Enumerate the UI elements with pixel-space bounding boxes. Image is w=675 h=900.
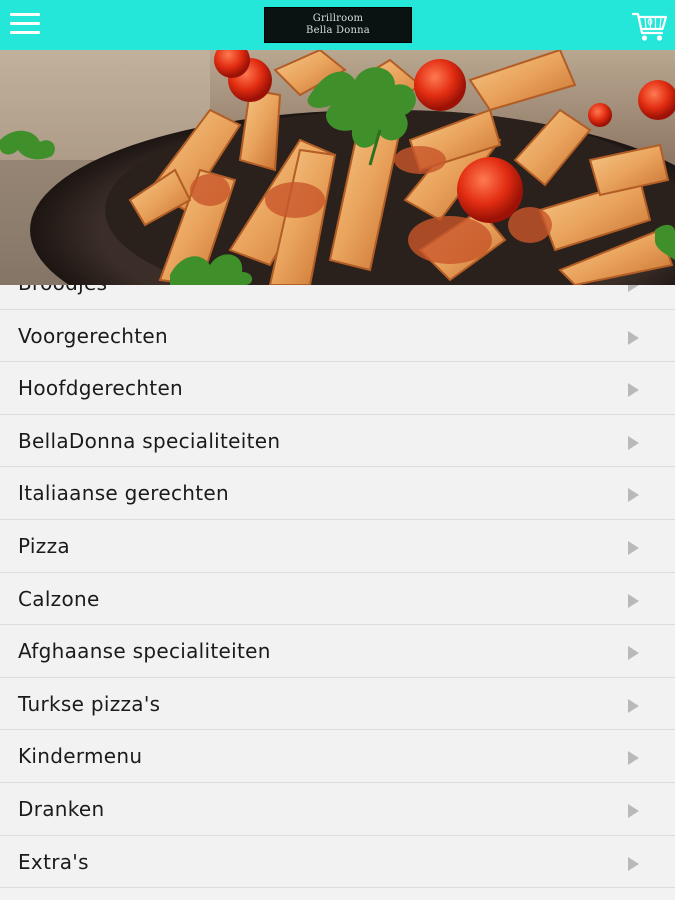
shopping-cart-icon[interactable]: 0 (631, 6, 669, 44)
category-item[interactable]: Voorgerechten (0, 309, 675, 363)
category-label: Kindermenu (18, 744, 143, 769)
category-item[interactable]: Afghaanse specialiteiten (0, 625, 675, 678)
category-label: Turkse pizza's (18, 691, 161, 716)
category-item[interactable]: Turkse pizza's (0, 677, 675, 731)
category-item[interactable]: Hoofdgerechten (0, 362, 675, 415)
category-label: Italiaanse gerechten (18, 481, 229, 506)
category-label: Voorgerechten (18, 323, 168, 348)
cart-count-badge: 0 (647, 18, 653, 28)
category-item[interactable]: Kindermenu (0, 730, 675, 783)
category-item[interactable]: Extra's (0, 835, 675, 889)
chevron-right-icon (628, 330, 639, 345)
chevron-right-icon (628, 803, 639, 818)
category-item[interactable]: BellaDonna specialiteiten (0, 414, 675, 468)
category-label: Dranken (18, 796, 105, 821)
category-label: Calzone (18, 586, 100, 611)
top-bar: Grillroom Bella Donna 0 (0, 0, 675, 50)
restaurant-logo: Grillroom Bella Donna (264, 7, 412, 43)
category-label: Pizza (18, 533, 70, 558)
chevron-right-icon (628, 593, 639, 608)
chevron-right-icon (628, 435, 639, 450)
chevron-right-icon (628, 383, 639, 398)
logo-line-1: Grillroom (312, 13, 364, 24)
chevron-right-icon (628, 751, 639, 766)
category-label: Afghaanse specialiteiten (18, 639, 271, 664)
chevron-right-icon (628, 646, 639, 661)
category-label: Extra's (18, 849, 89, 874)
chevron-right-icon (628, 488, 639, 503)
chevron-right-icon (628, 856, 639, 871)
hero-pasta-image (0, 50, 675, 285)
chevron-right-icon (628, 698, 639, 713)
category-item[interactable]: Pizza (0, 519, 675, 573)
app-screen: Grillroom Bella Donna 0 Voorgerechten Ho… (0, 0, 675, 900)
category-list: BroodjesVoorgerechtenHoofdgerechtenBella… (0, 257, 675, 889)
category-item[interactable]: Dranken (0, 782, 675, 836)
category-item[interactable]: Calzone (0, 572, 675, 626)
category-label: Hoofdgerechten (18, 376, 184, 401)
category-item[interactable]: Italiaanse gerechten (0, 467, 675, 520)
chevron-right-icon (628, 540, 639, 555)
category-label: BellaDonna specialiteiten (18, 428, 281, 453)
logo-line-2: Bella Donna (306, 25, 370, 36)
hamburger-menu-icon[interactable] (10, 11, 40, 37)
